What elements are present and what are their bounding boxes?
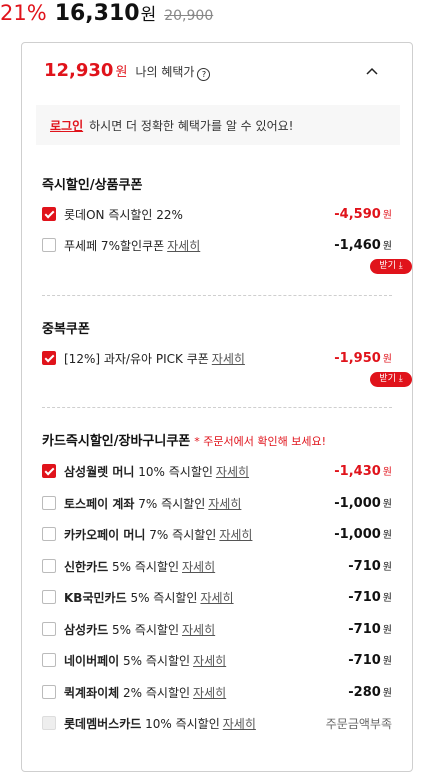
section-title-duplicate: 중복쿠폰 xyxy=(42,322,90,337)
card-row: 신한카드 5% 즉시할인 자세히 -710 원 xyxy=(42,558,392,576)
download-coupon-button[interactable]: 받기 ⤓ xyxy=(370,259,412,274)
card-label: 퀵계좌이체 2% 즉시할인 자세히 xyxy=(64,686,227,700)
card-row: 네이버페이 5% 즉시할인 자세히 -710 원 xyxy=(42,652,392,670)
benefit-price-currency: 원 xyxy=(115,65,128,80)
card-label: KB국민카드 5% 즉시할인 자세히 xyxy=(64,591,234,605)
detail-link[interactable]: 자세히 xyxy=(193,686,226,700)
detail-link[interactable]: 자세히 xyxy=(182,560,215,574)
detail-link[interactable]: 자세히 xyxy=(200,591,233,605)
card-label: 롯데멤버스카드 10% 즉시할인 자세히 xyxy=(64,717,256,731)
card-row: KB국민카드 5% 즉시할인 자세히 -710 원 xyxy=(42,589,392,607)
discount-amount: -710 원 xyxy=(348,653,392,668)
help-icon[interactable]: ? xyxy=(197,68,211,81)
coupon-label: 롯데ON 즉시할인 22% xyxy=(64,208,183,222)
checkbox[interactable] xyxy=(42,464,56,478)
discount-amount: -280 원 xyxy=(348,685,392,700)
benefit-price: 12,930 xyxy=(44,60,114,81)
divider xyxy=(42,295,392,296)
login-link[interactable]: 로그인 xyxy=(50,117,83,134)
price-summary: 21% 16,310 원 20,900 xyxy=(0,0,213,28)
checkbox[interactable] xyxy=(42,622,56,636)
coupon-row: 롯데ON 즉시할인 22% -4,590 원 xyxy=(42,206,392,224)
detail-link[interactable]: 자세히 xyxy=(212,352,245,366)
section-title-instant: 즉시할인/상품쿠폰 xyxy=(42,178,143,193)
collapse-button[interactable] xyxy=(362,61,382,81)
benefit-label: 나의 혜택가 xyxy=(135,65,195,79)
divider xyxy=(42,407,392,408)
card-row: 삼성월렛 머니 10% 즉시할인 자세히 -1,430 원 xyxy=(42,463,392,481)
card-label: 카카오페이 머니 7% 즉시할인 자세히 xyxy=(64,528,253,542)
detail-link[interactable]: 자세히 xyxy=(223,717,256,731)
card-row: 롯데멤버스카드 10% 즉시할인 자세히 주문금액부족 xyxy=(42,715,392,733)
section-title-card: 카드즉시할인/장바구니쿠폰 * 주문서에서 확인해 보세요! xyxy=(42,434,326,449)
detail-link[interactable]: 자세히 xyxy=(208,497,241,511)
benefit-header: 12,930 원 나의 혜택가 ? xyxy=(44,60,211,81)
coupon-label: [12%] 과자/유아 PICK 쿠폰 자세히 xyxy=(64,352,245,366)
card-row: 토스페이 계좌 7% 즉시할인 자세히 -1,000 원 xyxy=(42,495,392,513)
checkbox[interactable] xyxy=(42,207,56,221)
card-label: 신한카드 5% 즉시할인 자세히 xyxy=(64,560,216,574)
card-row: 카카오페이 머니 7% 즉시할인 자세히 -1,000 원 xyxy=(42,526,392,544)
insufficient-amount-status: 주문금액부족 xyxy=(325,717,392,731)
discount-amount: -1,000 원 xyxy=(334,527,392,542)
detail-link[interactable]: 자세히 xyxy=(167,239,200,253)
coupon-row: [12%] 과자/유아 PICK 쿠폰 자세히 -1,950 원 xyxy=(42,350,392,368)
checkbox[interactable] xyxy=(42,238,56,252)
original-price: 20,900 xyxy=(164,8,214,24)
discount-amount: -1,460 원 xyxy=(334,238,392,253)
discount-amount: -4,590 원 xyxy=(334,207,392,222)
checkbox[interactable] xyxy=(42,590,56,604)
card-label: 토스페이 계좌 7% 즉시할인 자세히 xyxy=(64,497,242,511)
card-label: 삼성월렛 머니 10% 즉시할인 자세히 xyxy=(64,465,250,479)
benefit-panel: 12,930 원 나의 혜택가 ? 로그인 하시면 더 정확한 혜택가를 알 수… xyxy=(21,42,413,772)
detail-link[interactable]: 자세히 xyxy=(219,528,252,542)
card-label: 삼성카드 5% 즉시할인 자세히 xyxy=(64,623,216,637)
discount-amount: -1,000 원 xyxy=(334,496,392,511)
checkbox[interactable] xyxy=(42,351,56,365)
checkbox[interactable] xyxy=(42,685,56,699)
checkbox[interactable] xyxy=(42,496,56,510)
discount-rate: 21% xyxy=(0,1,47,25)
section-note: * 주문서에서 확인해 보세요! xyxy=(194,435,326,448)
detail-link[interactable]: 자세히 xyxy=(216,465,249,479)
checkbox[interactable] xyxy=(42,653,56,667)
coupon-label: 푸세페 7%할인쿠폰 자세히 xyxy=(64,239,201,253)
card-row: 삼성카드 5% 즉시할인 자세히 -710 원 xyxy=(42,621,392,639)
discount-amount: -1,430 원 xyxy=(334,464,392,479)
discount-amount: -710 원 xyxy=(348,590,392,605)
sale-price: 16,310 xyxy=(54,1,140,26)
checkbox[interactable] xyxy=(42,527,56,541)
coupon-row: 푸세페 7%할인쿠폰 자세히 -1,460 원 xyxy=(42,237,392,255)
checkbox xyxy=(42,716,56,730)
download-coupon-button[interactable]: 받기 ⤓ xyxy=(370,372,412,387)
discount-amount: -710 원 xyxy=(348,559,392,574)
discount-amount: -710 원 xyxy=(348,622,392,637)
chevron-up-icon xyxy=(366,67,378,75)
card-row: 퀵계좌이체 2% 즉시할인 자세히 -280 원 xyxy=(42,684,392,702)
detail-link[interactable]: 자세히 xyxy=(182,623,215,637)
sale-price-currency: 원 xyxy=(140,5,157,25)
login-banner: 로그인 하시면 더 정확한 혜택가를 알 수 있어요! xyxy=(36,105,400,145)
detail-link[interactable]: 자세히 xyxy=(193,654,226,668)
card-label: 네이버페이 5% 즉시할인 자세히 xyxy=(64,654,227,668)
login-message: 하시면 더 정확한 혜택가를 알 수 있어요! xyxy=(89,118,294,133)
discount-amount: -1,950 원 xyxy=(334,351,392,366)
checkbox[interactable] xyxy=(42,559,56,573)
